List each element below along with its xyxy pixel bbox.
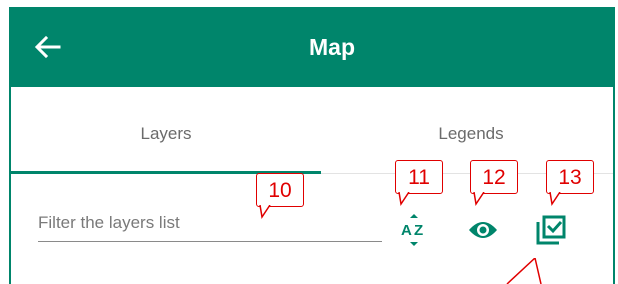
- filter-layers-input[interactable]: [38, 204, 382, 242]
- annotation-callout-11: 11: [395, 160, 443, 194]
- sort-layers-button[interactable]: A Z: [397, 213, 431, 247]
- annotation-tail-10: [259, 205, 271, 219]
- svg-text:A: A: [401, 222, 412, 239]
- page-title: Map: [309, 34, 355, 60]
- annotation-tail-13: [549, 192, 561, 206]
- annotation-tail-11: [398, 192, 410, 206]
- map-panel: Map Layers Legends A Z: [9, 7, 615, 284]
- arrow-left-icon: [34, 35, 61, 59]
- sort-alpha-icon: A Z: [401, 214, 423, 246]
- annotation-callout-10: 10: [256, 173, 304, 207]
- tab-layers[interactable]: Layers: [11, 87, 321, 173]
- toggle-visibility-button[interactable]: [466, 213, 500, 247]
- back-button[interactable]: [33, 32, 63, 62]
- annotation-pointer-line: [506, 258, 542, 284]
- eye-icon: [469, 222, 497, 238]
- annotation-tail-12: [473, 192, 485, 206]
- select-all-icon: [536, 215, 566, 245]
- app-header: Map: [11, 8, 613, 87]
- tab-bar: Layers Legends: [11, 87, 613, 174]
- svg-text:Z: Z: [414, 222, 423, 239]
- annotation-callout-13: 13: [546, 160, 594, 194]
- select-all-button[interactable]: [534, 213, 568, 247]
- annotation-callout-12: 12: [470, 160, 518, 194]
